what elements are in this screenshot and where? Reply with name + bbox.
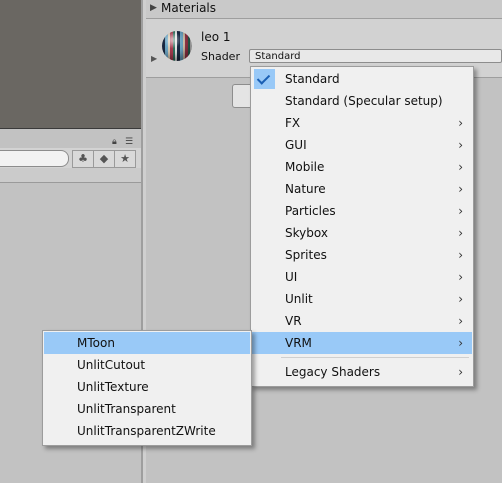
menu-item-standard[interactable]: Standard bbox=[252, 68, 472, 90]
checkmark-icon bbox=[254, 69, 275, 89]
menu-item-ui[interactable]: UI › bbox=[252, 266, 472, 288]
filter-by-type-icon[interactable]: ♣ bbox=[72, 150, 94, 168]
chevron-right-icon: › bbox=[458, 182, 463, 196]
chevron-right-icon: › bbox=[458, 138, 463, 152]
menu-item-standard-specular[interactable]: Standard (Specular setup) bbox=[252, 90, 472, 112]
menu-item-vr[interactable]: VR › bbox=[252, 310, 472, 332]
chevron-right-icon: › bbox=[458, 116, 463, 130]
chevron-right-icon: › bbox=[458, 365, 463, 379]
chevron-right-icon: › bbox=[458, 292, 463, 306]
project-breadcrumb-bar bbox=[0, 168, 141, 183]
menu-item-mobile[interactable]: Mobile › bbox=[252, 156, 472, 178]
search-input[interactable] bbox=[0, 150, 69, 167]
menu-item-fx[interactable]: FX › bbox=[252, 112, 472, 134]
shader-menu: Standard Standard (Specular setup) FX › … bbox=[250, 66, 474, 387]
menu-item-vrm[interactable]: VRM › bbox=[252, 332, 472, 354]
menu-item-unlit[interactable]: Unlit › bbox=[252, 288, 472, 310]
materials-title: Materials bbox=[161, 1, 217, 15]
chevron-right-icon: › bbox=[458, 204, 463, 218]
menu-item-sprites[interactable]: Sprites › bbox=[252, 244, 472, 266]
menu-item-skybox[interactable]: Skybox › bbox=[252, 222, 472, 244]
submenu-item-unlittransparentzwrite[interactable]: UnlitTransparentZWrite bbox=[44, 420, 250, 442]
favorite-star-icon[interactable]: ★ bbox=[114, 150, 136, 168]
menu-item-gui[interactable]: GUI › bbox=[252, 134, 472, 156]
chevron-right-icon: › bbox=[458, 270, 463, 284]
scene-view[interactable] bbox=[0, 0, 141, 128]
panel-menu-icon[interactable]: ☰ bbox=[125, 137, 133, 147]
chevron-right-icon: › bbox=[458, 226, 463, 240]
material-name: leo 1 bbox=[201, 30, 231, 44]
submenu-item-unlittransparent[interactable]: UnlitTransparent bbox=[44, 398, 250, 420]
chevron-right-icon: › bbox=[458, 248, 463, 262]
foldout-arrow-icon[interactable]: ▶ bbox=[150, 3, 157, 13]
shader-label: Shader bbox=[201, 50, 240, 63]
submenu-item-unlitcutout[interactable]: UnlitCutout bbox=[44, 354, 250, 376]
menu-item-nature[interactable]: Nature › bbox=[252, 178, 472, 200]
expand-arrow-icon[interactable]: ▶ bbox=[151, 54, 157, 63]
chevron-right-icon: › bbox=[458, 314, 463, 328]
chevron-right-icon: › bbox=[458, 336, 463, 350]
menu-separator bbox=[281, 357, 469, 358]
menu-item-legacy-shaders[interactable]: Legacy Shaders › bbox=[252, 361, 472, 383]
submenu-item-unlittexture[interactable]: UnlitTexture bbox=[44, 376, 250, 398]
material-preview-sphere bbox=[162, 31, 192, 61]
divider bbox=[0, 128, 141, 129]
lock-icon[interactable]: 🔒︎ bbox=[112, 137, 122, 147]
chevron-right-icon: › bbox=[458, 160, 463, 174]
filter-by-label-icon[interactable]: ◆ bbox=[93, 150, 115, 168]
vrm-submenu: MToon UnlitCutout UnlitTexture UnlitTran… bbox=[42, 330, 252, 446]
menu-item-particles[interactable]: Particles › bbox=[252, 200, 472, 222]
submenu-item-mtoon[interactable]: MToon bbox=[44, 332, 250, 354]
shader-dropdown[interactable]: Standard bbox=[249, 49, 502, 63]
